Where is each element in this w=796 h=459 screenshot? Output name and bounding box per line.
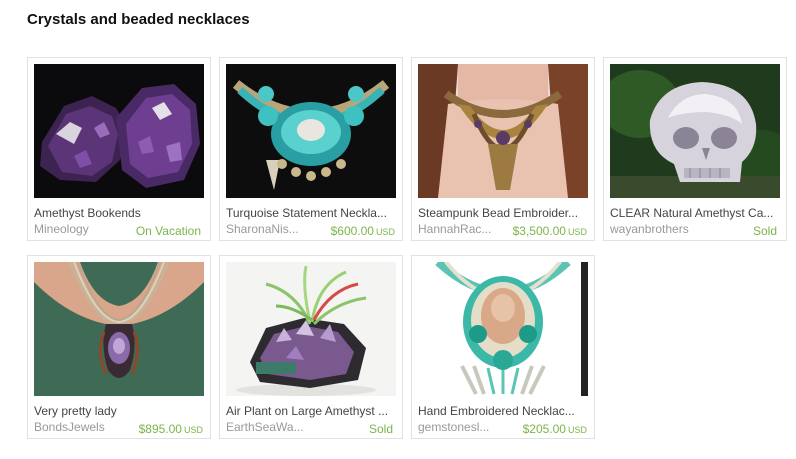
listing-card[interactable]: Amethyst Bookends Mineology On Vacation (27, 57, 211, 241)
shop-name[interactable]: EarthSeaWa... (226, 420, 316, 434)
listing-title[interactable]: Steampunk Bead Embroider... (418, 206, 590, 220)
price-text: $3,500.00 (512, 224, 566, 238)
listing-title[interactable]: CLEAR Natural Amethyst Ca... (610, 206, 782, 220)
listing-status: On Vacation (136, 224, 203, 238)
amethyst-geode-icon[interactable] (34, 64, 204, 198)
shop-name[interactable]: BondsJewels (34, 420, 124, 434)
listing-title[interactable]: Very pretty lady (34, 404, 206, 418)
price-text: $895.00 (138, 422, 182, 436)
listing-status: Sold (369, 422, 395, 436)
status-text: Sold (752, 224, 777, 238)
listing-card[interactable]: Steampunk Bead Embroider... HannahRac...… (411, 57, 595, 241)
listing-price: $3,500.00 USD (513, 224, 587, 238)
listing-card[interactable]: Very pretty lady BondsJewels $895.00 USD (27, 255, 211, 439)
steampunk-necklace-icon[interactable] (418, 64, 588, 198)
listing-status: Sold (753, 224, 779, 238)
listing-title[interactable]: Amethyst Bookends (34, 206, 206, 220)
shop-name[interactable]: wayanbrothers (610, 222, 700, 236)
crystal-skull-icon[interactable] (610, 64, 780, 198)
listing-card[interactable]: CLEAR Natural Amethyst Ca... wayanbrothe… (603, 57, 787, 241)
shop-name[interactable]: SharonaNis... (226, 222, 316, 236)
shop-name[interactable]: gemstonesl... (418, 420, 508, 434)
listing-card[interactable]: Hand Embroidered Necklac... gemstonesl..… (411, 255, 595, 439)
listing-price: $205.00 USD (523, 422, 587, 436)
status-text: On Vacation (135, 224, 201, 238)
shop-name[interactable]: HannahRac... (418, 222, 508, 236)
listing-title[interactable]: Hand Embroidered Necklac... (418, 404, 590, 418)
listing-title[interactable]: Air Plant on Large Amethyst ... (226, 404, 398, 418)
listing-price: $600.00 USD (331, 224, 395, 238)
embroidered-necklace-icon[interactable] (418, 262, 588, 396)
listing-card[interactable]: Air Plant on Large Amethyst ... EarthSea… (219, 255, 403, 439)
shop-name[interactable]: Mineology (34, 222, 124, 236)
pendant-icon[interactable] (34, 262, 204, 396)
listing-card[interactable]: Turquoise Statement Neckla... SharonaNis… (219, 57, 403, 241)
currency-label: USD (567, 227, 587, 237)
price-text: $205.00 (522, 422, 566, 436)
turquoise-necklace-icon[interactable] (226, 64, 396, 198)
price-text: $600.00 (330, 224, 374, 238)
currency-label: USD (183, 425, 203, 435)
air-plant-icon[interactable] (226, 262, 396, 396)
currency-label: USD (375, 227, 395, 237)
listing-price: $895.00 USD (139, 422, 203, 436)
currency-label: USD (567, 425, 587, 435)
listing-title[interactable]: Turquoise Statement Neckla... (226, 206, 398, 220)
status-text: Sold (368, 422, 393, 436)
section-title: Crystals and beaded necklaces (27, 11, 250, 28)
